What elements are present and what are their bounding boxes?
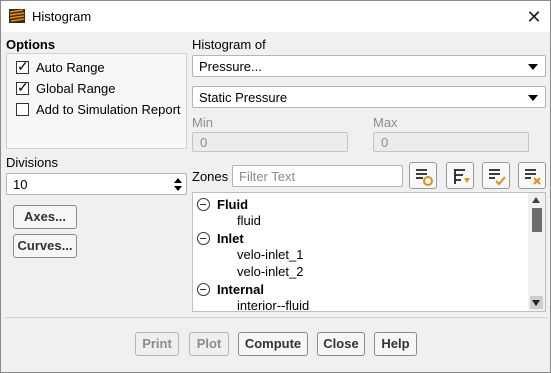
- window-title: Histogram: [32, 9, 92, 24]
- histogram-of-label: Histogram of: [192, 37, 266, 52]
- zone-group-label: Inlet: [217, 231, 244, 246]
- close-button[interactable]: Close: [317, 332, 365, 356]
- footer-divider: [5, 317, 548, 318]
- stepper-down-icon[interactable]: [174, 186, 182, 191]
- close-icon[interactable]: ✕: [524, 7, 544, 27]
- deselect-all-button[interactable]: [518, 162, 546, 189]
- zone-group-internal[interactable]: Internal: [197, 281, 264, 298]
- auto-range-checkbox[interactable]: ✓ Auto Range: [16, 57, 105, 75]
- add-to-report-checkbox[interactable]: Add to Simulation Report: [16, 101, 181, 117]
- checkbox-label: Add to Simulation Report: [36, 101, 181, 117]
- divisions-value: 10: [13, 177, 28, 192]
- max-field: 0: [373, 132, 529, 152]
- global-range-checkbox[interactable]: ✓ Global Range: [16, 78, 116, 96]
- zone-group-label: Fluid: [217, 197, 249, 212]
- min-field: 0: [192, 132, 348, 152]
- checkbox-box[interactable]: [16, 102, 29, 116]
- deselect-all-icon: [525, 169, 541, 185]
- stepper-up-icon[interactable]: [174, 178, 182, 183]
- checkbox-box[interactable]: ✓: [16, 78, 29, 95]
- histogram-category-select[interactable]: Pressure...: [192, 55, 546, 77]
- plot-button[interactable]: Plot: [189, 332, 229, 356]
- chevron-down-icon: [528, 95, 538, 101]
- collapse-icon[interactable]: [197, 198, 210, 211]
- curves-button[interactable]: Curves...: [13, 234, 77, 258]
- zone-item[interactable]: velo-inlet_1: [237, 247, 304, 262]
- divisions-label: Divisions: [6, 155, 59, 170]
- max-value: 0: [381, 135, 389, 150]
- histogram-app-icon: [9, 9, 25, 23]
- collapse-icon[interactable]: [197, 232, 210, 245]
- zones-tree-list[interactable]: Fluid fluid Inlet velo-inlet_1 velo-inle…: [192, 192, 546, 312]
- select-value: Pressure...: [199, 59, 262, 74]
- select-value: Static Pressure: [199, 90, 288, 105]
- select-all-icon: [416, 169, 433, 186]
- compute-button[interactable]: Compute: [238, 332, 308, 356]
- checkbox-box[interactable]: ✓: [16, 57, 29, 74]
- scroll-down-icon[interactable]: [530, 296, 543, 309]
- histogram-dialog: Histogram ✕ Options ✓ Auto Range ✓ Globa…: [0, 0, 551, 373]
- max-label: Max: [373, 115, 398, 130]
- check-icon: ✓: [17, 78, 29, 95]
- zone-group-inlet[interactable]: Inlet: [197, 230, 244, 247]
- check-icon: ✓: [17, 57, 29, 74]
- zone-group-fluid[interactable]: Fluid: [197, 196, 248, 213]
- divisions-stepper[interactable]: 10: [6, 173, 187, 195]
- select-all-button[interactable]: [409, 162, 437, 189]
- zone-item[interactable]: fluid: [237, 213, 261, 228]
- zones-filter-input[interactable]: Filter Text: [232, 165, 403, 187]
- zone-group-label: Internal: [217, 282, 264, 297]
- filter-selected-icon: [454, 169, 470, 184]
- select-checked-button[interactable]: [482, 162, 510, 189]
- zone-item[interactable]: velo-inlet_2: [237, 264, 304, 279]
- options-group: ✓ Auto Range ✓ Global Range Add to Simul…: [6, 53, 187, 149]
- checkbox-label: Auto Range: [36, 59, 105, 75]
- collapse-icon[interactable]: [197, 283, 210, 296]
- help-button[interactable]: Help: [374, 332, 417, 356]
- print-button[interactable]: Print: [135, 332, 179, 356]
- scroll-thumb[interactable]: [532, 208, 542, 232]
- title-bar: Histogram ✕: [1, 1, 550, 32]
- axes-button[interactable]: Axes...: [13, 205, 77, 229]
- min-label: Min: [192, 115, 213, 130]
- checkbox-label: Global Range: [36, 80, 116, 96]
- chevron-down-icon: [528, 64, 538, 70]
- zones-label: Zones: [192, 169, 229, 184]
- histogram-field-select[interactable]: Static Pressure: [192, 86, 546, 108]
- zone-item[interactable]: interior--fluid: [237, 298, 309, 311]
- options-title: Options: [6, 37, 56, 52]
- filter-placeholder: Filter Text: [239, 169, 296, 184]
- select-checked-icon: [489, 169, 506, 186]
- min-value: 0: [200, 135, 208, 150]
- scroll-up-icon[interactable]: [532, 197, 540, 203]
- zones-scrollbar[interactable]: [528, 193, 545, 311]
- filter-selected-button[interactable]: [446, 162, 474, 189]
